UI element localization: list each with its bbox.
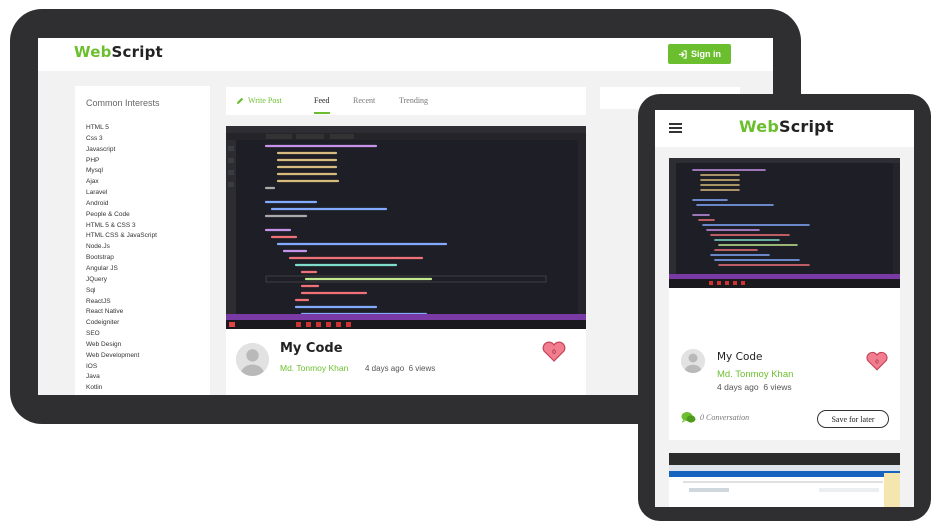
code-screenshot-image[interactable]: [669, 158, 900, 288]
interests-list: HTML 5 Css 3 Javascript PHP Mysql Ajax L…: [86, 123, 157, 394]
interest-item[interactable]: Web Design: [86, 340, 157, 351]
post-time: 4 days ago: [365, 364, 405, 373]
post-card: My Code Md. Tonmoy Khan 4 days ago 6 vie…: [226, 126, 586, 395]
interest-item[interactable]: HTML 5: [86, 123, 157, 134]
interest-item[interactable]: Bootstrap: [86, 253, 157, 264]
site-header: WebScript Sign in: [38, 38, 773, 71]
tab-feed[interactable]: Feed: [314, 96, 330, 114]
common-interests-panel: Common Interests HTML 5 Css 3 Javascript…: [75, 86, 210, 395]
interest-item[interactable]: SEO: [86, 329, 157, 340]
hamburger-menu-icon[interactable]: [669, 123, 682, 133]
interest-item[interactable]: Kotlin: [86, 383, 157, 394]
save-for-later-button[interactable]: Save for later: [817, 410, 889, 428]
interest-item[interactable]: Java: [86, 372, 157, 383]
write-post-tab[interactable]: Write Post: [236, 96, 282, 105]
post-author[interactable]: Md. Tonmoy Khan: [280, 363, 348, 373]
feed-tabs: Write Post Feed Recent Trending: [226, 87, 586, 115]
conversation-link[interactable]: 0 Conversation: [681, 411, 749, 424]
user-silhouette-icon: [236, 343, 269, 376]
interest-item[interactable]: Css 3: [86, 134, 157, 145]
sign-in-label: Sign in: [691, 49, 721, 59]
interest-item[interactable]: Angular JS: [86, 264, 157, 275]
interest-item[interactable]: Android: [86, 199, 157, 210]
code-screenshot-image[interactable]: [226, 126, 586, 329]
heart-icon[interactable]: 0: [541, 341, 567, 363]
interest-item[interactable]: JQuery: [86, 275, 157, 286]
svg-text:0: 0: [875, 359, 879, 365]
interest-item[interactable]: Mysql: [86, 166, 157, 177]
interest-item[interactable]: HTML 5 & CSS 3: [86, 221, 157, 232]
interest-item[interactable]: Javascript: [86, 145, 157, 156]
interest-item[interactable]: Sql: [86, 286, 157, 297]
sign-in-icon: [678, 49, 687, 59]
heart-icon[interactable]: 0: [865, 351, 889, 372]
interest-item[interactable]: Laravel: [86, 188, 157, 199]
svg-text:0: 0: [552, 349, 556, 356]
interest-item[interactable]: IOS: [86, 362, 157, 373]
post-title[interactable]: My Code: [280, 341, 343, 356]
post-meta: 4 days ago 6 views: [365, 364, 435, 373]
pencil-icon: [236, 97, 244, 104]
interest-item[interactable]: People & Code: [86, 210, 157, 221]
post-author[interactable]: Md. Tonmoy Khan: [717, 369, 793, 380]
user-silhouette-icon: [681, 349, 705, 373]
interest-item[interactable]: Ajax: [86, 177, 157, 188]
webscript-logo[interactable]: WebScript: [739, 117, 834, 136]
interest-item[interactable]: Web Development: [86, 351, 157, 362]
tab-recent[interactable]: Recent: [353, 96, 375, 105]
mobile-header: WebScript: [655, 110, 914, 147]
post-title[interactable]: My Code: [717, 351, 763, 363]
post-meta: 4 days ago 6 views: [717, 382, 792, 392]
interest-item[interactable]: Codeigniter: [86, 318, 157, 329]
browser-screenshot-image[interactable]: [669, 453, 900, 507]
interest-item[interactable]: React Native: [86, 307, 157, 318]
author-avatar[interactable]: [236, 343, 269, 376]
next-post-card: [669, 453, 900, 507]
post-views: 6 views: [763, 382, 792, 392]
webscript-logo[interactable]: WebScript: [74, 43, 163, 61]
tablet-screen: WebScript My Code Md. Tonmoy Khan 4 days…: [655, 110, 914, 507]
conversation-count: 0 Conversation: [700, 413, 750, 422]
post-views: 6 views: [408, 364, 436, 373]
post-card: My Code Md. Tonmoy Khan 4 days ago 6 vie…: [669, 158, 900, 440]
interest-item[interactable]: ReactJS: [86, 297, 157, 308]
post-time: 4 days ago: [717, 382, 759, 392]
interest-item[interactable]: HTML CSS & JavaScript: [86, 231, 157, 242]
interests-title: Common Interests: [86, 98, 160, 108]
tab-trending[interactable]: Trending: [399, 96, 428, 105]
author-avatar[interactable]: [681, 349, 705, 373]
interest-item[interactable]: Node.Js: [86, 242, 157, 253]
write-post-label: Write Post: [248, 96, 282, 105]
chat-bubbles-icon: [681, 412, 696, 423]
interest-item[interactable]: PHP: [86, 156, 157, 167]
sign-in-button[interactable]: Sign in: [668, 44, 731, 64]
